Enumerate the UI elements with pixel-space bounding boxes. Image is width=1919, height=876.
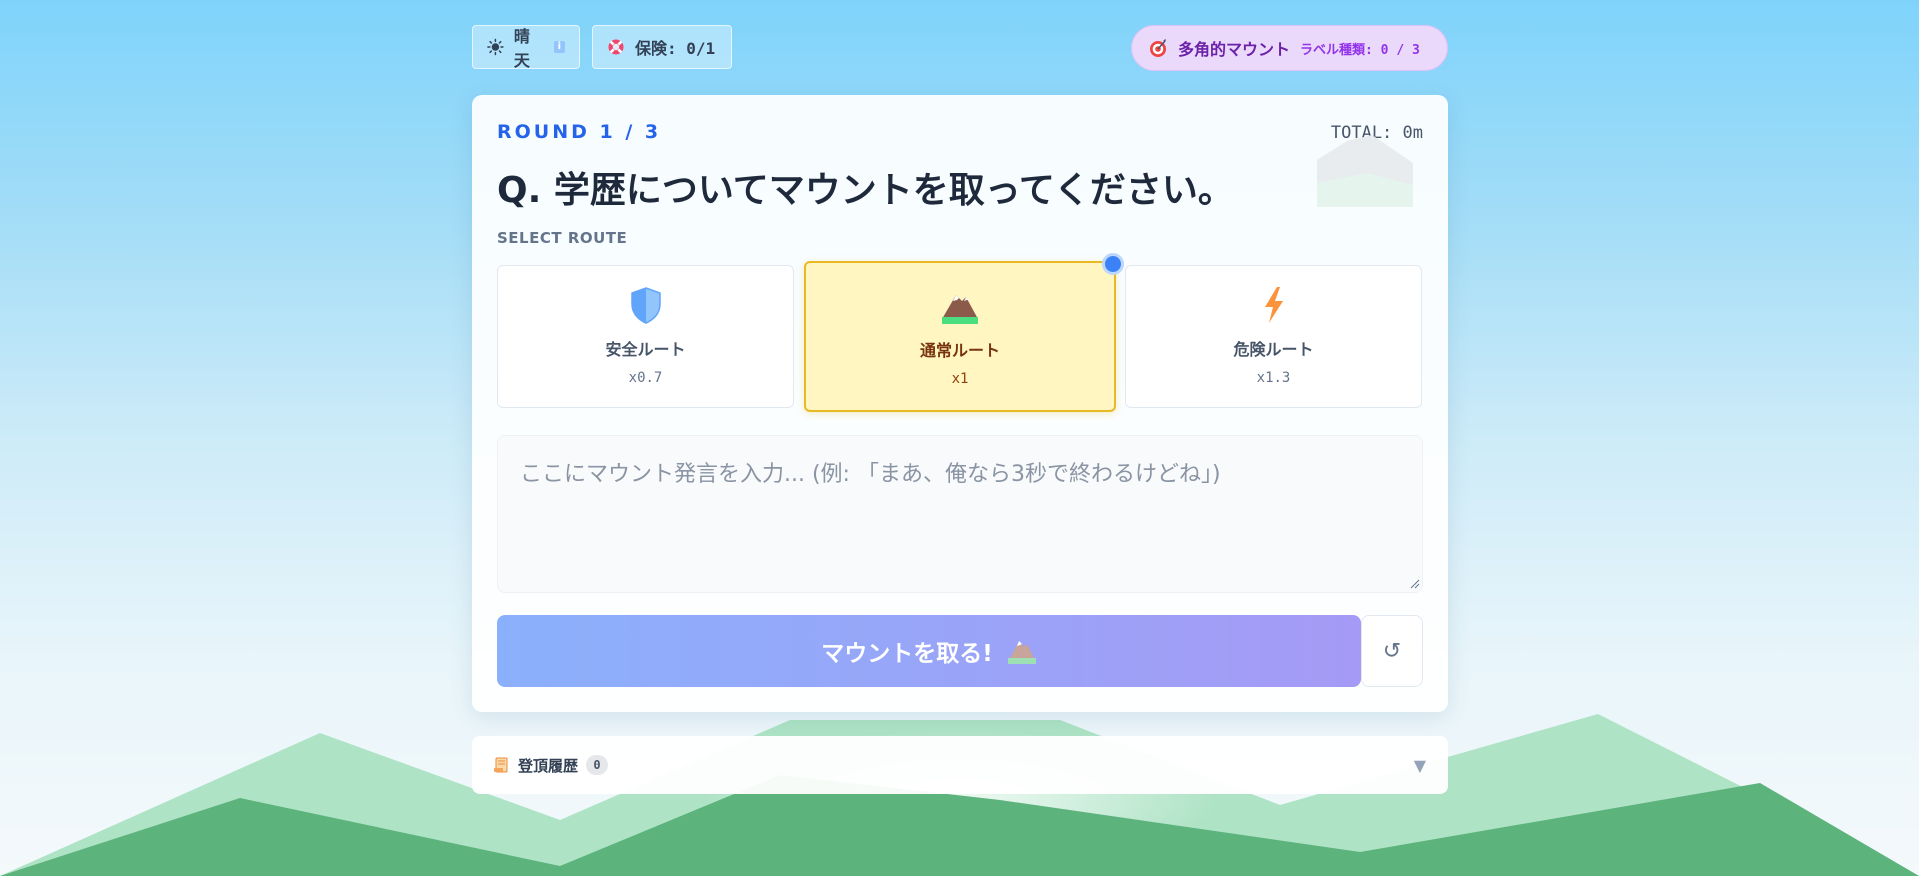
select-route-label: SELECT ROUTE bbox=[497, 229, 628, 247]
insurance-badge: 保険: 0/1 bbox=[592, 25, 732, 69]
resize-handle-icon[interactable] bbox=[1408, 577, 1420, 589]
history-count-badge: 0 bbox=[586, 755, 609, 775]
route-option-danger[interactable]: 危険ルート x1.3 bbox=[1125, 265, 1422, 408]
route-option-normal[interactable]: 通常ルート x1 bbox=[804, 253, 1124, 412]
faded-mountain-icon bbox=[1317, 135, 1413, 207]
route-name: 安全ルート bbox=[605, 340, 686, 359]
submit-label: マウントを取る! bbox=[821, 641, 993, 667]
target-icon bbox=[1150, 39, 1166, 57]
mountain-icon bbox=[1007, 641, 1036, 664]
top-status-bar: 晴天 i 保険: 0/1 多角的マウント ラベル種類: 0 / 3 bbox=[472, 25, 1448, 71]
round-indicator: ROUND 1 / 3 bbox=[497, 121, 662, 143]
info-icon[interactable]: i bbox=[553, 41, 565, 53]
route-name: 通常ルート bbox=[919, 341, 1000, 360]
mount-statement-input[interactable] bbox=[497, 435, 1423, 593]
take-mount-button[interactable]: マウントを取る! bbox=[497, 615, 1361, 687]
multi-mount-title: 多角的マウント bbox=[1178, 40, 1291, 59]
summit-history-panel[interactable]: 登頂履歴 0 ▼ bbox=[472, 736, 1448, 794]
multi-angle-mount-badge[interactable]: 多角的マウント ラベル種類: 0 / 3 bbox=[1131, 25, 1448, 71]
route-multiplier: x1 bbox=[951, 371, 969, 387]
mountain-icon bbox=[942, 295, 978, 324]
question-card: ROUND 1 / 3 TOTAL: 0m Q. 学歴についてマウントを取ってく… bbox=[472, 95, 1448, 712]
scroll-icon bbox=[494, 757, 508, 773]
insurance-label: 保険: 0/1 bbox=[635, 39, 716, 58]
weather-badge[interactable]: 晴天 i bbox=[472, 25, 580, 70]
label-type-counter: ラベル種類: 0 / 3 bbox=[1300, 42, 1420, 58]
question-text: Q. 学歴についてマウントを取ってください。 bbox=[497, 170, 1234, 211]
shield-icon bbox=[630, 287, 661, 324]
history-title: 登頂履歴 bbox=[518, 756, 579, 775]
reset-button[interactable]: ↺ bbox=[1361, 615, 1423, 687]
route-option-safe[interactable]: 安全ルート x0.7 bbox=[497, 265, 794, 408]
route-multiplier: x0.7 bbox=[628, 370, 663, 386]
weather-label: 晴天 bbox=[513, 27, 530, 70]
chevron-down-icon[interactable]: ▼ bbox=[1414, 756, 1426, 775]
route-name: 危険ルート bbox=[1233, 340, 1314, 359]
lifebuoy-icon bbox=[608, 39, 624, 55]
sun-icon bbox=[487, 38, 504, 56]
selected-indicator bbox=[1102, 253, 1124, 275]
route-multiplier: x1.3 bbox=[1256, 370, 1291, 386]
lightning-icon bbox=[1264, 287, 1283, 323]
